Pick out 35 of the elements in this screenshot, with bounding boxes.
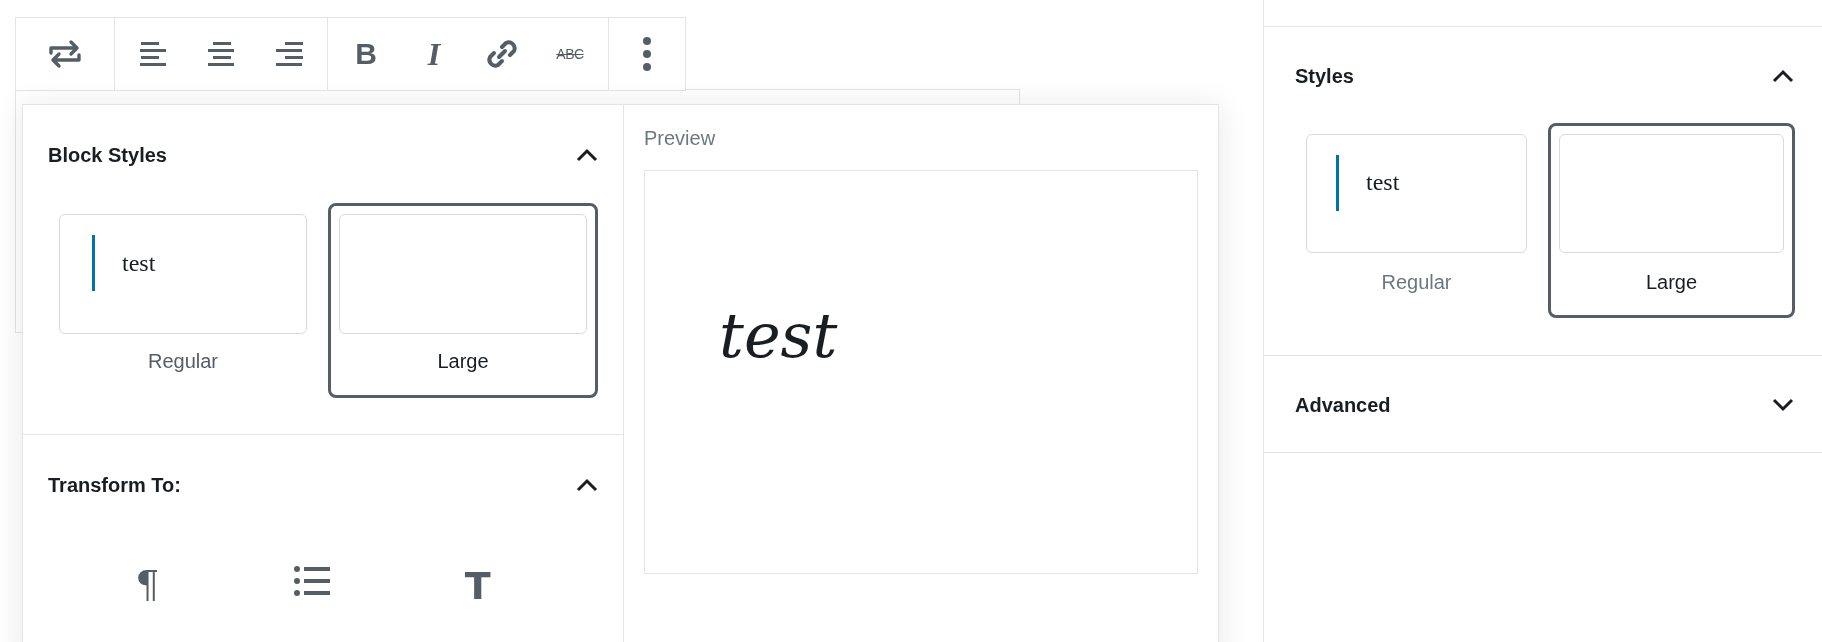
- section-title: Transform To:: [48, 473, 181, 497]
- chevron-up-icon[interactable]: [576, 148, 598, 162]
- italic-button[interactable]: I: [400, 18, 468, 90]
- chevron-up-icon[interactable]: [1772, 69, 1794, 83]
- section-title: Advanced: [1295, 393, 1391, 417]
- style-option[interactable]: Large: [328, 203, 598, 398]
- align-right-icon: [275, 41, 303, 67]
- bold-button[interactable]: B: [332, 18, 400, 90]
- strikethrough-button[interactable]: ABC: [536, 18, 604, 90]
- cursor-bar: [1336, 154, 1339, 211]
- heading-icon[interactable]: T: [464, 565, 491, 605]
- sample-text: test: [122, 249, 156, 277]
- bold-icon: B: [355, 39, 377, 69]
- preview-label: Preview: [644, 127, 717, 150]
- align-left-icon: [139, 41, 167, 67]
- sample-text: test: [1366, 169, 1400, 196]
- align-center-icon: [207, 41, 235, 67]
- strikethrough-icon: ABC: [556, 47, 584, 61]
- list-icon[interactable]: [294, 565, 331, 597]
- more-icon: [642, 37, 652, 71]
- link-icon: [485, 37, 519, 71]
- section-title: Styles: [1295, 64, 1354, 88]
- style-label: Regular: [1380, 271, 1453, 294]
- italic-icon: I: [427, 38, 441, 70]
- paragraph-icon[interactable]: ¶: [135, 565, 160, 605]
- cursor-bar: [92, 235, 95, 291]
- style-label: Regular: [146, 350, 219, 373]
- preview-text: test: [719, 299, 838, 372]
- swap-arrows-icon: [48, 39, 82, 69]
- style-label: Large: [436, 350, 490, 373]
- chevron-up-icon[interactable]: [576, 478, 598, 492]
- section-title: Block Styles: [48, 143, 167, 167]
- chevron-down-icon[interactable]: [1772, 398, 1794, 412]
- style-option[interactable]: Large: [1548, 123, 1795, 318]
- style-label: Large: [1644, 271, 1699, 294]
